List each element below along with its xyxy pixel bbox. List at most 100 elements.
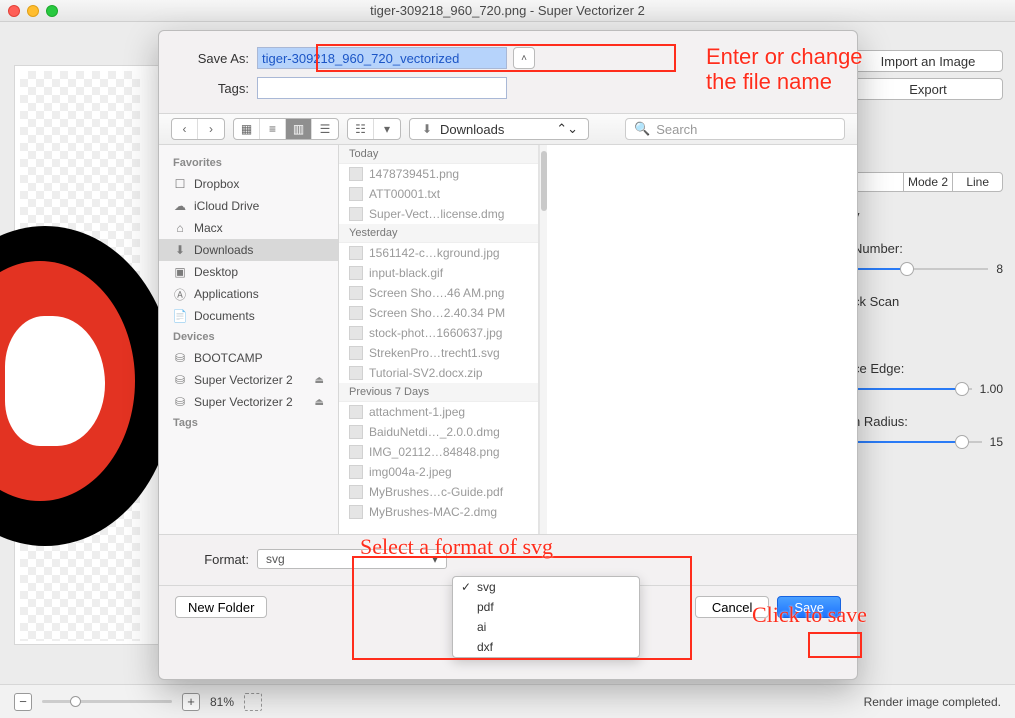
view-coverflow-icon[interactable]: ☰: [312, 119, 338, 139]
format-popup[interactable]: svgpdfaidxf: [452, 576, 640, 658]
view-list-icon[interactable]: ≡: [260, 119, 286, 139]
file-item[interactable]: attachment-1.jpeg: [339, 402, 538, 422]
zoom-out-button[interactable]: −: [14, 693, 32, 711]
view-icons-icon[interactable]: ▦: [234, 119, 260, 139]
file-item[interactable]: 1478739451.png: [339, 164, 538, 184]
format-option-ai[interactable]: ai: [453, 617, 639, 637]
file-item[interactable]: Tutorial-SV2.docx.zip: [339, 363, 538, 383]
file-item[interactable]: BaiduNetdi…_2.0.0.dmg: [339, 422, 538, 442]
sidebar-item-bootcamp[interactable]: ⛁BOOTCAMP: [159, 347, 338, 369]
file-item[interactable]: img004a-2.jpeg: [339, 462, 538, 482]
sidebar-item-downloads[interactable]: ⬇Downloads: [159, 239, 338, 261]
file-item[interactable]: Screen Sho…2.40.34 PM: [339, 303, 538, 323]
chevron-down-icon: ▾: [432, 552, 438, 566]
format-selected: svg: [266, 552, 285, 566]
format-option-dxf[interactable]: dxf: [453, 637, 639, 657]
view-mode-group[interactable]: ▦ ≡ ▥ ☰: [233, 118, 339, 140]
disk-icon: ⛁: [173, 351, 187, 365]
radius-slider[interactable]: [853, 441, 982, 443]
eject-icon[interactable]: ⏏: [315, 375, 324, 386]
mode-tab-3[interactable]: Line: [953, 173, 1002, 191]
chevron-updown-icon: ⌃⌄: [556, 121, 578, 137]
search-placeholder: Search: [656, 122, 697, 137]
sidebar-item-desktop[interactable]: ▣Desktop: [159, 261, 338, 283]
search-input[interactable]: 🔍 Search: [625, 118, 845, 140]
view-columns-icon[interactable]: ▥: [286, 119, 312, 139]
file-icon: [349, 207, 363, 221]
import-image-button[interactable]: Import an Image: [853, 50, 1003, 72]
disk-icon: ⛁: [173, 395, 187, 409]
tags-input[interactable]: [257, 77, 507, 99]
nav-back-forward[interactable]: ‹ ›: [171, 118, 225, 140]
y-label: y: [853, 208, 1003, 223]
titlebar: tiger-309218_960_720.png - Super Vectori…: [0, 0, 1015, 22]
home-icon: ⌂: [173, 221, 187, 235]
file-item[interactable]: stock-phot…1660637.jpg: [339, 323, 538, 343]
arrange-group[interactable]: ☷▾: [347, 118, 401, 140]
new-folder-button[interactable]: New Folder: [175, 596, 267, 618]
file-item[interactable]: input-black.gif: [339, 263, 538, 283]
tags-label: Tags:: [179, 81, 249, 96]
file-icon: [349, 346, 363, 360]
radius-value: 15: [990, 435, 1003, 449]
sidebar-item-super-vectorizer-2[interactable]: ⛁Super Vectorizer 2⏏: [159, 369, 338, 391]
arrange-icon[interactable]: ☷: [348, 119, 374, 139]
cloud-icon: ☁: [173, 199, 187, 213]
zoom-in-button[interactable]: +: [182, 693, 200, 711]
file-icon: [349, 485, 363, 499]
file-item[interactable]: MyBrushes-MAC-2.dmg: [339, 502, 538, 522]
file-column[interactable]: Today1478739451.pngATT00001.txtSuper-Vec…: [339, 145, 539, 534]
nav-forward-button[interactable]: ›: [198, 119, 224, 139]
sidebar-item-super-vectorizer-2[interactable]: ⛁Super Vectorizer 2⏏: [159, 391, 338, 413]
format-option-pdf[interactable]: pdf: [453, 597, 639, 617]
file-item[interactable]: ATT00001.txt: [339, 184, 538, 204]
sidebar-tags-header: Tags: [159, 413, 338, 433]
fit-screen-icon[interactable]: [244, 693, 262, 711]
sidebar-item-applications[interactable]: ⒶApplications: [159, 283, 338, 305]
dropbox-icon: ☐: [173, 177, 187, 191]
sidebar-item-macx[interactable]: ⌂Macx: [159, 217, 338, 239]
file-section-header: Today: [339, 145, 538, 164]
edge-value: 1.00: [980, 382, 1003, 396]
save-as-input[interactable]: [257, 47, 507, 69]
file-item[interactable]: Screen Sho….46 AM.png: [339, 283, 538, 303]
format-option-svg[interactable]: svg: [453, 577, 639, 597]
preview-pane: [547, 145, 857, 534]
file-item[interactable]: Super-Vect…license.dmg: [339, 204, 538, 224]
file-item[interactable]: 1561142-c…kground.jpg: [339, 243, 538, 263]
cancel-button[interactable]: Cancel: [695, 596, 769, 618]
format-dropdown[interactable]: svg ▾: [257, 549, 447, 569]
sidebar-devices-header: Devices: [159, 327, 338, 347]
number-slider[interactable]: [853, 268, 988, 270]
location-label: Downloads: [440, 122, 504, 137]
zoom-value: 81%: [210, 695, 234, 709]
scrollbar[interactable]: [539, 145, 547, 534]
mode-tab-2[interactable]: Mode 2: [904, 173, 954, 191]
mode-tab-1[interactable]: [854, 173, 904, 191]
doc-icon: 📄: [173, 309, 187, 323]
file-icon: [349, 286, 363, 300]
file-item[interactable]: StrekenPro…trecht1.svg: [339, 343, 538, 363]
sidebar-favorites-header: Favorites: [159, 153, 338, 173]
eject-icon[interactable]: ⏏: [315, 397, 324, 408]
save-button[interactable]: Save: [777, 596, 841, 618]
zoom-slider[interactable]: [42, 700, 172, 703]
file-item[interactable]: IMG_02112…84848.png: [339, 442, 538, 462]
file-icon: [349, 187, 363, 201]
nav-back-button[interactable]: ‹: [172, 119, 198, 139]
render-status: Render image completed.: [864, 695, 1001, 709]
file-icon: [349, 366, 363, 380]
file-icon: [349, 465, 363, 479]
location-dropdown[interactable]: ⬇Downloads ⌃⌄: [409, 118, 589, 140]
edge-slider[interactable]: [853, 388, 972, 390]
sidebar-item-dropbox[interactable]: ☐Dropbox: [159, 173, 338, 195]
file-item[interactable]: MyBrushes…c-Guide.pdf: [339, 482, 538, 502]
mode-tabs[interactable]: Mode 2 Line: [853, 172, 1003, 192]
collapse-sheet-button[interactable]: ˄: [513, 47, 535, 69]
sidebar-item-icloud-drive[interactable]: ☁iCloud Drive: [159, 195, 338, 217]
export-button[interactable]: Export: [853, 78, 1003, 100]
file-icon: [349, 445, 363, 459]
file-icon: [349, 505, 363, 519]
sidebar-item-documents[interactable]: 📄Documents: [159, 305, 338, 327]
finder-toolbar: ‹ › ▦ ≡ ▥ ☰ ☷▾ ⬇Downloads ⌃⌄ 🔍 Search: [159, 113, 857, 145]
